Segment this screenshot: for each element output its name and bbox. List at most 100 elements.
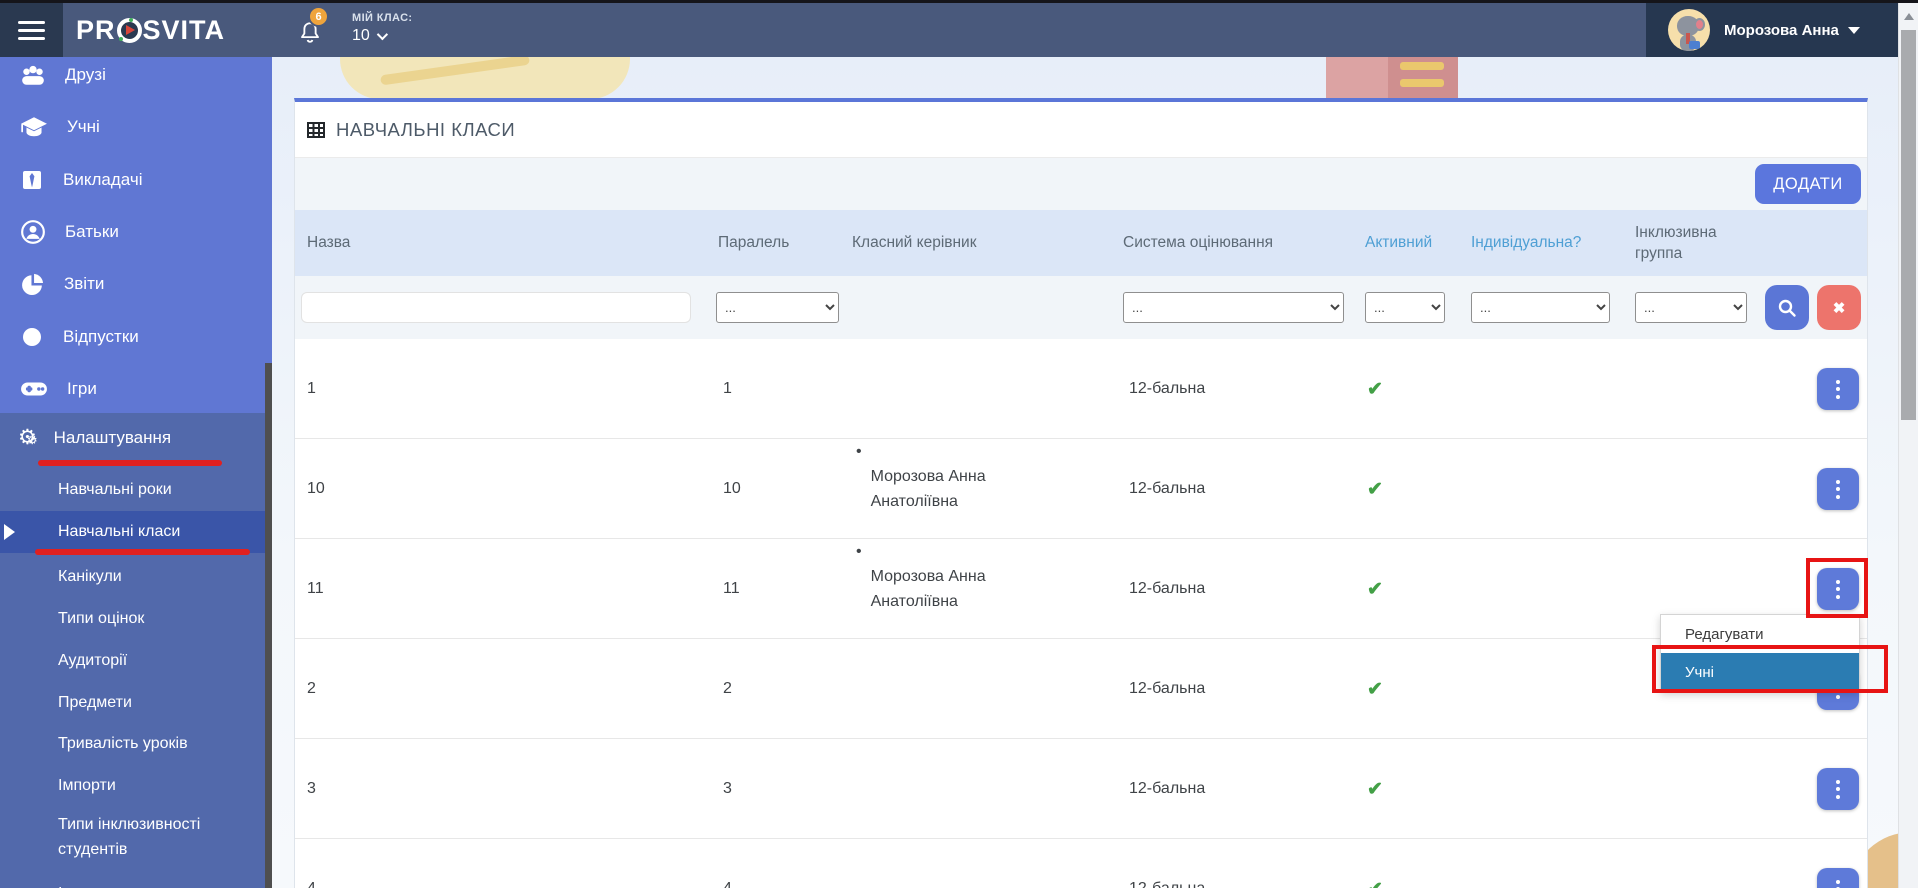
- notifications-button[interactable]: 6: [295, 3, 341, 57]
- notification-count-badge: 6: [308, 6, 329, 27]
- cell-teacher: •Морозова Анна Анатоліївна: [856, 539, 1056, 639]
- sidebar-item-label: Ігри: [67, 379, 97, 399]
- sidebar-item-games[interactable]: Ігри: [0, 366, 272, 412]
- hamburger-menu-button[interactable]: [0, 3, 63, 57]
- active-check-icon: ✔: [1367, 539, 1383, 639]
- sidebar-subitem-imports[interactable]: Імпорти: [0, 765, 272, 807]
- column-header-parallel: Паралель: [718, 210, 789, 276]
- sidebar-subitem-classrooms[interactable]: Аудиторії: [0, 640, 272, 682]
- x-icon: ✖: [1833, 299, 1846, 317]
- subitem-label: Предмети: [58, 694, 132, 712]
- sidebar-subitem-grade-types[interactable]: Типи оцінок: [0, 598, 272, 640]
- tie-icon: [20, 168, 44, 192]
- sidebar-item-label: Звіти: [64, 274, 104, 294]
- current-item-arrow-icon: [4, 524, 15, 540]
- column-header-individual[interactable]: Індивідуальна?: [1471, 210, 1581, 276]
- bullet-icon: •: [856, 539, 862, 564]
- sidebar-item-settings[interactable]: ⚙⚙ Налаштування: [0, 413, 272, 463]
- context-menu-item-students[interactable]: Учні: [1661, 653, 1859, 691]
- user-menu[interactable]: Морозова Анна: [1646, 3, 1898, 57]
- individual-filter-select[interactable]: ...: [1471, 292, 1610, 323]
- cell-parallel: 1: [723, 339, 732, 439]
- cell-parallel: 2: [723, 639, 732, 739]
- sidebar-item-teachers[interactable]: Викладачі: [0, 157, 272, 203]
- column-header-active[interactable]: Активний: [1365, 210, 1432, 276]
- chevron-down-icon: [377, 29, 388, 40]
- row-actions-button[interactable]: [1817, 468, 1859, 510]
- table-row: 1 1 12-бальна ✔: [295, 339, 1867, 439]
- page-scrollbar[interactable]: [1898, 0, 1918, 888]
- row-actions-button-highlighted[interactable]: [1817, 568, 1859, 610]
- cell-teacher: •Морозова Анна Анатоліївна: [856, 439, 1056, 539]
- search-button[interactable]: [1765, 285, 1809, 330]
- active-filter-select[interactable]: ...: [1365, 292, 1445, 323]
- friends-icon: [20, 63, 46, 87]
- app-logo: PRSVITA: [76, 3, 225, 57]
- cell-grading: 12-бальна: [1129, 739, 1205, 839]
- my-class-selector[interactable]: МІЙ КЛАС: 10: [352, 12, 413, 45]
- clear-filters-button[interactable]: ✖: [1817, 285, 1861, 330]
- scrollbar-thumb[interactable]: [1901, 30, 1916, 420]
- cell-name: 10: [307, 439, 325, 539]
- sidebar-item-students[interactable]: Учні: [0, 104, 272, 150]
- sidebar-subitem-other[interactable]: Інше: [0, 873, 272, 888]
- sidebar-subitem-inclusivity-types[interactable]: Типи інклюзивності студентів: [0, 805, 272, 869]
- subitem-label: Типи інклюзивності студентів: [58, 812, 242, 862]
- sidebar-item-friends[interactable]: Друзі: [0, 57, 272, 98]
- sidebar-item-parents[interactable]: Батьки: [0, 209, 272, 255]
- bullet-icon: •: [856, 439, 862, 464]
- cell-name: 3: [307, 739, 316, 839]
- avatar: [1668, 9, 1710, 51]
- active-check-icon: ✔: [1367, 739, 1383, 839]
- sidebar-subitem-lesson-duration[interactable]: Тривалість уроків: [0, 723, 272, 765]
- inclusive-filter-select[interactable]: ...: [1635, 292, 1747, 323]
- active-check-icon: ✔: [1367, 839, 1383, 888]
- subitem-label: Імпорти: [58, 777, 116, 795]
- scroll-up-arrow-icon[interactable]: [1899, 4, 1918, 28]
- classes-red-underline: [35, 549, 250, 555]
- subitem-label: Тривалість уроків: [58, 735, 188, 753]
- sidebar-item-reports[interactable]: Звіти: [0, 261, 272, 307]
- row-actions-button[interactable]: [1817, 368, 1859, 410]
- cell-grading: 12-бальна: [1129, 539, 1205, 639]
- sidebar-item-label: Налаштування: [54, 428, 172, 448]
- panel-header: НАВЧАЛЬНІ КЛАСИ: [295, 102, 1867, 158]
- page-title: НАВЧАЛЬНІ КЛАСИ: [336, 119, 515, 141]
- subitem-label: Типи оцінок: [58, 610, 144, 628]
- column-header-grading: Система оцінювання: [1123, 210, 1273, 276]
- name-filter-input[interactable]: [301, 292, 691, 323]
- user-name: Морозова Анна: [1724, 22, 1839, 39]
- sidebar-item-label: Друзі: [65, 65, 106, 85]
- sidebar-subitem-subjects[interactable]: Предмети: [0, 682, 272, 724]
- panel-toolbar: ДОДАТИ: [295, 158, 1867, 210]
- cell-name: 4: [307, 839, 316, 888]
- settings-red-underline: [38, 460, 222, 466]
- subitem-label: Навчальні роки: [58, 481, 172, 499]
- cell-parallel: 11: [723, 539, 740, 639]
- settings-section: ⚙⚙ Налаштування Навчальні роки Навчальні…: [0, 413, 272, 888]
- gamepad-icon: [20, 377, 48, 401]
- sidebar-subitem-holidays[interactable]: Канікули: [0, 556, 272, 598]
- cell-name: 11: [307, 539, 324, 639]
- active-check-icon: ✔: [1367, 439, 1383, 539]
- pie-chart-icon: [20, 272, 45, 297]
- active-check-icon: ✔: [1367, 339, 1383, 439]
- sidebar-subitem-school-years[interactable]: Навчальні роки: [0, 469, 272, 511]
- chevron-down-icon: [1848, 27, 1860, 34]
- circle-icon: [20, 325, 44, 349]
- background-illustration-pink: [1326, 57, 1458, 98]
- cell-parallel: 3: [723, 739, 732, 839]
- sidebar-item-vacations[interactable]: Відпустки: [0, 314, 272, 360]
- row-actions-button[interactable]: [1817, 768, 1859, 810]
- add-button[interactable]: ДОДАТИ: [1755, 164, 1861, 204]
- cell-name: 1: [307, 339, 316, 439]
- grading-filter-select[interactable]: ...: [1123, 292, 1344, 323]
- top-bar: PRSVITA 6 МІЙ КЛАС: 10 Морозова Анна: [0, 3, 1918, 57]
- context-menu-item-edit[interactable]: Редагувати: [1661, 615, 1859, 653]
- window-top-edge: [0, 0, 1918, 3]
- row-actions-button[interactable]: [1817, 868, 1859, 888]
- sidebar-scrollbar[interactable]: [265, 363, 272, 888]
- main-content: НАВЧАЛЬНІ КЛАСИ ДОДАТИ Назва Паралель Кл…: [272, 57, 1898, 888]
- sidebar-subitem-school-classes[interactable]: Навчальні класи: [0, 511, 272, 553]
- parallel-filter-select[interactable]: ...: [716, 292, 839, 323]
